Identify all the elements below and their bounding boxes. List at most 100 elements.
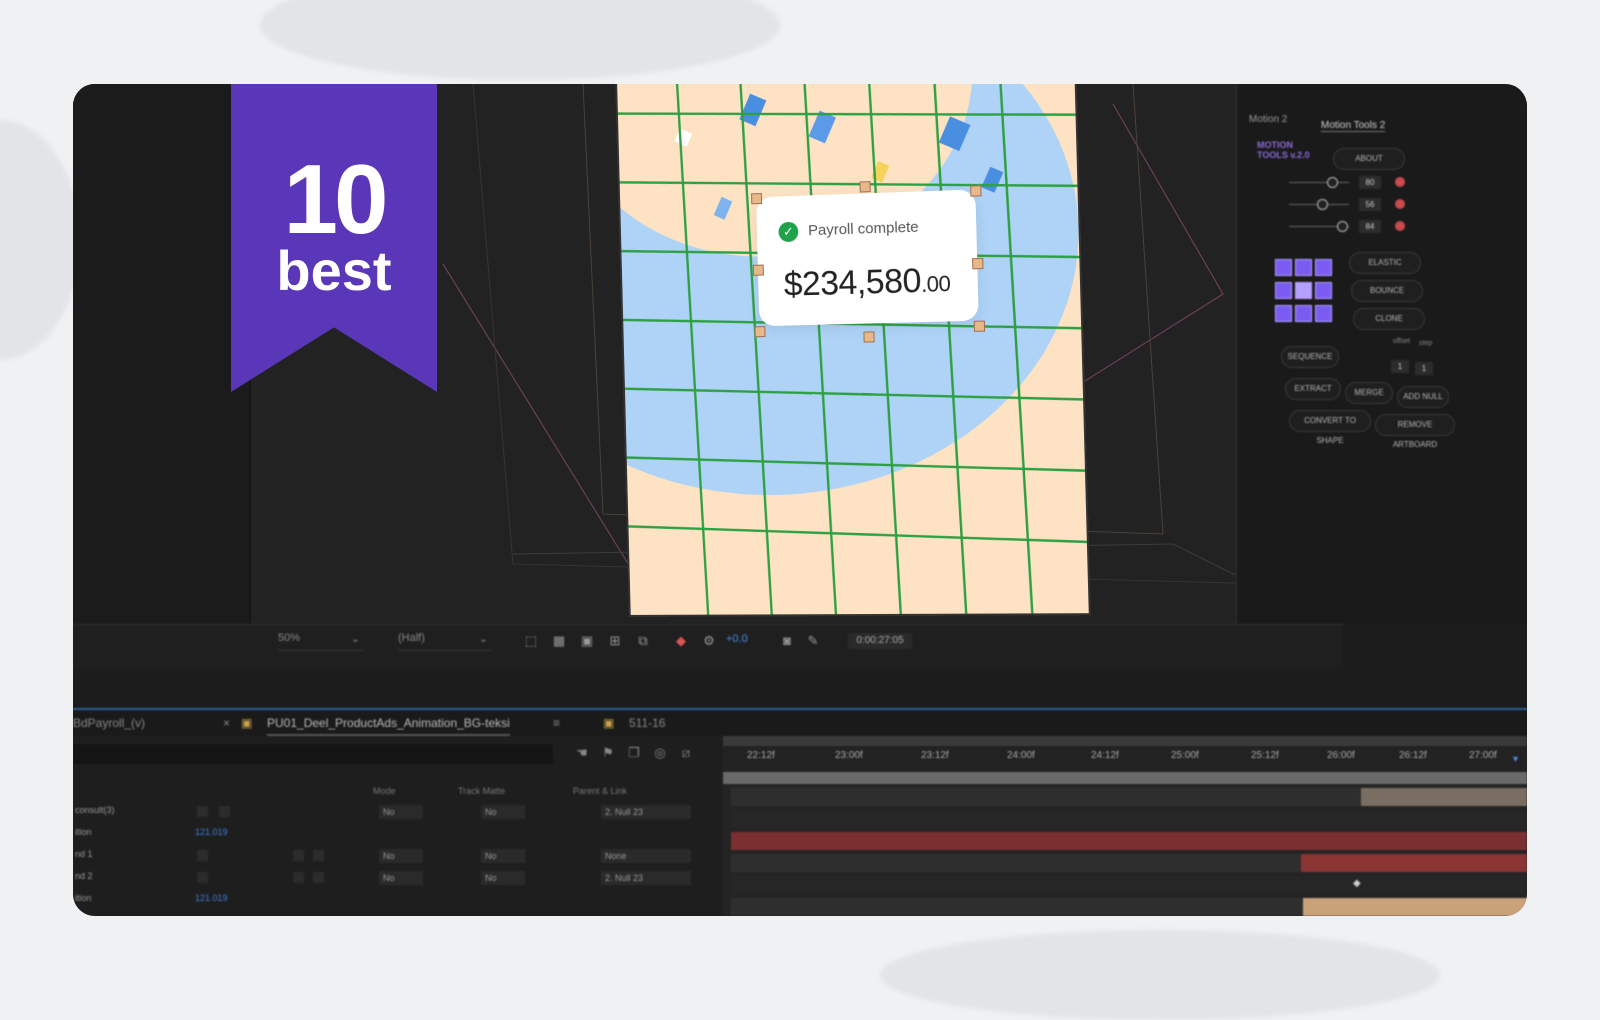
frame-blend-icon[interactable]: ❐ bbox=[625, 744, 643, 762]
table-row[interactable]: ition 121.019 bbox=[73, 824, 723, 844]
mask-view-icon[interactable]: ▣ bbox=[579, 633, 595, 649]
parent-select[interactable]: None bbox=[601, 849, 691, 863]
track-matte-select[interactable]: No bbox=[481, 849, 525, 863]
resolution-select[interactable]: (Half) ⌄ bbox=[398, 632, 492, 651]
transform-handle[interactable] bbox=[751, 193, 763, 205]
transparency-grid-icon[interactable]: ▦ bbox=[551, 633, 567, 649]
shy-icon[interactable]: ⚑ bbox=[599, 744, 617, 762]
artboard[interactable]: ✓ Payroll complete $234,580.00 bbox=[615, 84, 1089, 615]
lock-icon[interactable] bbox=[197, 872, 208, 883]
anchor-grid-cell[interactable] bbox=[1275, 282, 1292, 299]
anchor-grid-cell[interactable] bbox=[1315, 305, 1332, 322]
motion-blur-icon[interactable]: ◎ bbox=[651, 744, 669, 762]
guides-icon[interactable]: ⊞ bbox=[607, 633, 623, 649]
tab-comp-511[interactable]: 511-16 bbox=[629, 716, 665, 730]
transform-handle[interactable] bbox=[859, 181, 871, 193]
elastic-button[interactable]: ELASTIC bbox=[1349, 252, 1421, 274]
slider-knob[interactable] bbox=[1317, 199, 1328, 210]
anchor-grid-cell[interactable] bbox=[1275, 305, 1292, 322]
mode-select[interactable]: No bbox=[379, 805, 423, 819]
track-matte-select[interactable]: No bbox=[481, 871, 525, 885]
channels-icon[interactable]: ⧉ bbox=[635, 633, 651, 649]
graph-editor-icon[interactable]: ⧄ bbox=[677, 744, 695, 762]
transform-handle[interactable] bbox=[973, 320, 986, 332]
solo-switch[interactable] bbox=[313, 872, 324, 883]
layer-search-input[interactable] bbox=[73, 744, 553, 764]
add-null-button[interactable]: ADD NULL bbox=[1397, 386, 1449, 408]
mode-select[interactable]: No bbox=[379, 849, 423, 863]
slider-knob[interactable] bbox=[1337, 221, 1348, 232]
time-ruler[interactable]: 22:12f 23:00f 23:12f 24:00f 24:12f 25:00… bbox=[723, 736, 1527, 772]
offset-value[interactable]: 1 bbox=[1391, 360, 1409, 373]
layer-clip[interactable] bbox=[1301, 854, 1527, 872]
slider-value[interactable]: 84 bbox=[1359, 220, 1381, 233]
remove-artboard-button[interactable]: REMOVE ARTBOARD bbox=[1375, 414, 1455, 449]
about-button[interactable]: ABOUT bbox=[1333, 148, 1405, 170]
anchor-grid-cell[interactable] bbox=[1295, 282, 1312, 299]
payroll-toast[interactable]: ✓ Payroll complete $234,580.00 bbox=[756, 189, 979, 327]
slider-value[interactable]: 56 bbox=[1359, 198, 1381, 211]
show-snapshot-icon[interactable]: ✎ bbox=[805, 633, 821, 649]
table-row[interactable]: nd 1 No No None bbox=[73, 846, 723, 866]
exposure-value[interactable]: +0.0 bbox=[726, 633, 748, 645]
bounce-button[interactable]: BOUNCE bbox=[1351, 280, 1423, 302]
region-of-interest-icon[interactable]: ⬚ bbox=[523, 633, 539, 649]
lock-icon[interactable] bbox=[197, 850, 208, 861]
transform-handle[interactable] bbox=[754, 326, 766, 338]
solo-switch[interactable] bbox=[313, 850, 324, 861]
anchor-grid-cell[interactable] bbox=[1295, 305, 1312, 322]
table-row[interactable]: nd 2 No No 2. Null 23 bbox=[73, 868, 723, 888]
table-row[interactable]: ition 121.019 bbox=[73, 890, 723, 910]
tab-motion-tools-2[interactable]: Motion Tools 2 bbox=[1321, 120, 1386, 132]
anchor-grid-cell[interactable] bbox=[1275, 259, 1292, 276]
step-value[interactable]: 1 bbox=[1415, 362, 1433, 375]
layer-clip[interactable] bbox=[1361, 788, 1527, 806]
transform-handle[interactable] bbox=[972, 257, 984, 270]
solo-switch[interactable] bbox=[293, 850, 304, 861]
sequence-button[interactable]: SEQUENCE bbox=[1281, 346, 1339, 368]
slider-knob[interactable] bbox=[1327, 177, 1338, 188]
hand-icon[interactable]: ☚ bbox=[573, 744, 591, 762]
lock-icon[interactable] bbox=[197, 806, 208, 817]
solo-switch[interactable] bbox=[293, 872, 304, 883]
anchor-grid-cell[interactable] bbox=[1315, 259, 1332, 276]
close-icon[interactable]: × bbox=[223, 716, 230, 730]
effect-switch[interactable] bbox=[219, 806, 230, 817]
camera-icon[interactable]: ◙ bbox=[779, 633, 795, 649]
table-row[interactable]: consult(3) No No 2. Null 23 bbox=[73, 802, 723, 822]
badge-number: 10 bbox=[283, 144, 388, 254]
keyframe-icon[interactable]: ◆ bbox=[1353, 878, 1361, 889]
zoom-select[interactable]: 50% ⌄ bbox=[278, 632, 364, 651]
mode-select[interactable]: No bbox=[379, 871, 423, 885]
anchor-grid-cell[interactable] bbox=[1315, 282, 1332, 299]
merge-button[interactable]: MERGE bbox=[1345, 382, 1393, 404]
work-area-bar[interactable] bbox=[723, 772, 1527, 784]
layer-property-value[interactable]: 121.019 bbox=[195, 893, 228, 903]
record-icon[interactable] bbox=[1395, 177, 1405, 187]
record-icon[interactable] bbox=[1395, 199, 1405, 209]
extract-button[interactable]: EXTRACT bbox=[1285, 378, 1341, 400]
tab-comp-main[interactable]: PU01_Deel_ProductAds_Animation_BG-teksi bbox=[267, 716, 510, 736]
parent-select[interactable]: 2. Null 23 bbox=[601, 871, 691, 885]
convert-to-shape-button[interactable]: CONVERT TO SHAPE bbox=[1289, 410, 1371, 445]
slider-value[interactable]: 80 bbox=[1359, 176, 1381, 189]
time-tick: 22:12f bbox=[747, 750, 775, 761]
transform-handle[interactable] bbox=[752, 264, 764, 276]
layer-property-value[interactable]: 121.019 bbox=[195, 827, 228, 837]
track-matte-select[interactable]: No bbox=[481, 805, 525, 819]
playhead-icon[interactable]: ▾ bbox=[1513, 754, 1518, 765]
gear-icon[interactable]: ⚙ bbox=[701, 633, 717, 649]
parent-select[interactable]: 2. Null 23 bbox=[601, 805, 691, 819]
menu-icon[interactable]: ≡ bbox=[553, 716, 560, 730]
current-timecode[interactable]: 0:00:27:05 bbox=[848, 633, 912, 649]
transform-handle[interactable] bbox=[970, 185, 982, 197]
layer-clip[interactable] bbox=[731, 832, 1527, 850]
color-channels-icon[interactable]: ◆ bbox=[673, 633, 689, 649]
layer-clip[interactable] bbox=[1303, 898, 1527, 916]
tab-motion-2[interactable]: Motion 2 bbox=[1249, 114, 1287, 125]
transform-handle[interactable] bbox=[863, 331, 875, 343]
record-icon[interactable] bbox=[1395, 221, 1405, 231]
tab-comp-payroll[interactable]: BdPayroll_(v) bbox=[73, 716, 145, 730]
anchor-grid-cell[interactable] bbox=[1295, 259, 1312, 276]
clone-button[interactable]: CLONE bbox=[1353, 308, 1425, 330]
